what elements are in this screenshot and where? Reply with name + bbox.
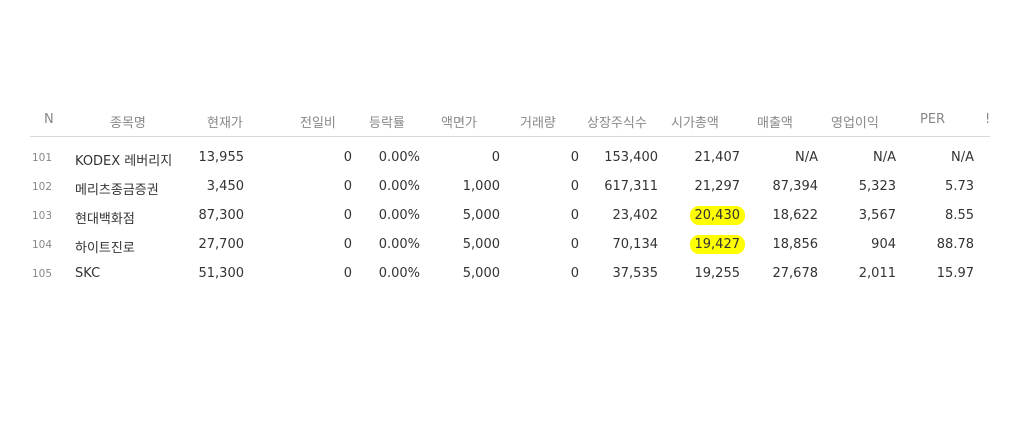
operating-profit: 5,323: [858, 179, 896, 194]
volume: 0: [570, 237, 579, 252]
market-cap: 21,407: [694, 150, 741, 165]
par-value: 1,000: [462, 179, 500, 194]
header-current-price: 현재가: [207, 116, 243, 131]
operating-profit: 2,011: [858, 266, 896, 281]
par-value: 0: [491, 150, 500, 165]
table-row: 103 현대백화점 87,300 0 0.00% 5,000 0 23,402 20,430 18…: [30, 201, 990, 230]
table-row: 105 SKC 51,300 0 0.00% 5,000 0 37,535 19,255 27,6…: [30, 259, 990, 288]
change: 0: [343, 150, 352, 165]
volume: 0: [570, 266, 579, 281]
header-per: PER: [920, 112, 946, 127]
stock-name-link[interactable]: 현대백화점: [75, 208, 135, 227]
row-number: 105: [32, 268, 53, 280]
listed-shares: 70,134: [612, 237, 659, 252]
per: 5.73: [945, 179, 974, 194]
stock-name-link[interactable]: SKC: [75, 266, 100, 281]
per: 88.78: [936, 237, 974, 252]
table-row: 104 하이트진로 27,700 0 0.00% 5,000 0 70,134 19,427 18…: [30, 230, 990, 259]
row-number: 104: [32, 239, 53, 251]
current-price: 51,300: [198, 266, 245, 281]
header-market-cap: 시가총액: [671, 116, 719, 131]
stock-name-link[interactable]: KODEX 레버리지: [75, 150, 172, 169]
header-listed-shares: 상장주식수: [587, 116, 647, 131]
current-price: 27,700: [198, 237, 245, 252]
page: { "table": { "headers": ["N","종목명","현재가"…: [0, 0, 1024, 441]
row-number: 102: [32, 181, 53, 193]
volume: 0: [570, 208, 579, 223]
operating-profit: N/A: [873, 150, 896, 165]
change-rate: 0.00%: [378, 266, 420, 281]
sales: 87,394: [772, 179, 819, 194]
market-cap: 21,297: [694, 179, 741, 194]
header-change: 전일비: [300, 116, 336, 131]
change-rate: 0.00%: [378, 208, 420, 223]
header-sales: 매출액: [757, 116, 793, 131]
current-price: 87,300: [198, 208, 245, 223]
change: 0: [343, 179, 352, 194]
change: 0: [343, 266, 352, 281]
per: 8.55: [945, 208, 974, 223]
current-price: 3,450: [206, 179, 244, 194]
listed-shares: 617,311: [604, 179, 658, 194]
header-n: N: [44, 112, 54, 127]
sales: N/A: [795, 150, 818, 165]
volume: 0: [570, 150, 579, 165]
table-header: N 종목명 현재가 전일비 등락률 액면가 거래량 상장주식수 시가총액 매출액…: [30, 104, 990, 137]
header-volume: 거래량: [520, 116, 556, 131]
change-rate: 0.00%: [378, 179, 420, 194]
volume: 0: [570, 179, 579, 194]
sales: 27,678: [772, 266, 819, 281]
row-number: 103: [32, 210, 53, 222]
market-cap: 20,430: [689, 206, 745, 225]
header-par-value: 액면가: [441, 116, 477, 131]
table-row: 102 메리츠종금증권 3,450 0 0.00% 1,000 0 617,311 21,297…: [30, 172, 990, 201]
per: N/A: [951, 150, 974, 165]
table-row: 101 KODEX 레버리지 13,955 0 0.00% 0 0 153,400 21,407…: [30, 143, 990, 172]
change-rate: 0.00%: [378, 237, 420, 252]
current-price: 13,955: [198, 150, 245, 165]
change: 0: [343, 208, 352, 223]
par-value: 5,000: [462, 237, 500, 252]
header-more: !: [985, 112, 991, 127]
listed-shares: 153,400: [604, 150, 658, 165]
par-value: 5,000: [462, 266, 500, 281]
sales: 18,856: [772, 237, 819, 252]
operating-profit: 904: [871, 237, 896, 252]
stock-table: N 종목명 현재가 전일비 등락률 액면가 거래량 상장주식수 시가총액 매출액…: [30, 104, 990, 288]
header-operating-profit: 영업이익: [831, 116, 879, 131]
listed-shares: 23,402: [612, 208, 659, 223]
stock-name-link[interactable]: 하이트진로: [75, 237, 135, 256]
stock-name-link[interactable]: 메리츠종금증권: [75, 179, 159, 198]
header-change-rate: 등락률: [369, 116, 405, 131]
market-cap: 19,427: [689, 235, 745, 254]
row-number: 101: [32, 152, 53, 164]
listed-shares: 37,535: [612, 266, 659, 281]
per: 15.97: [936, 266, 974, 281]
market-cap: 19,255: [694, 266, 741, 281]
header-stock-name: 종목명: [110, 116, 146, 131]
operating-profit: 3,567: [858, 208, 896, 223]
change-rate: 0.00%: [378, 150, 420, 165]
change: 0: [343, 237, 352, 252]
table-body: 101 KODEX 레버리지 13,955 0 0.00% 0 0 153,400 21,407…: [30, 137, 990, 288]
sales: 18,622: [772, 208, 819, 223]
par-value: 5,000: [462, 208, 500, 223]
